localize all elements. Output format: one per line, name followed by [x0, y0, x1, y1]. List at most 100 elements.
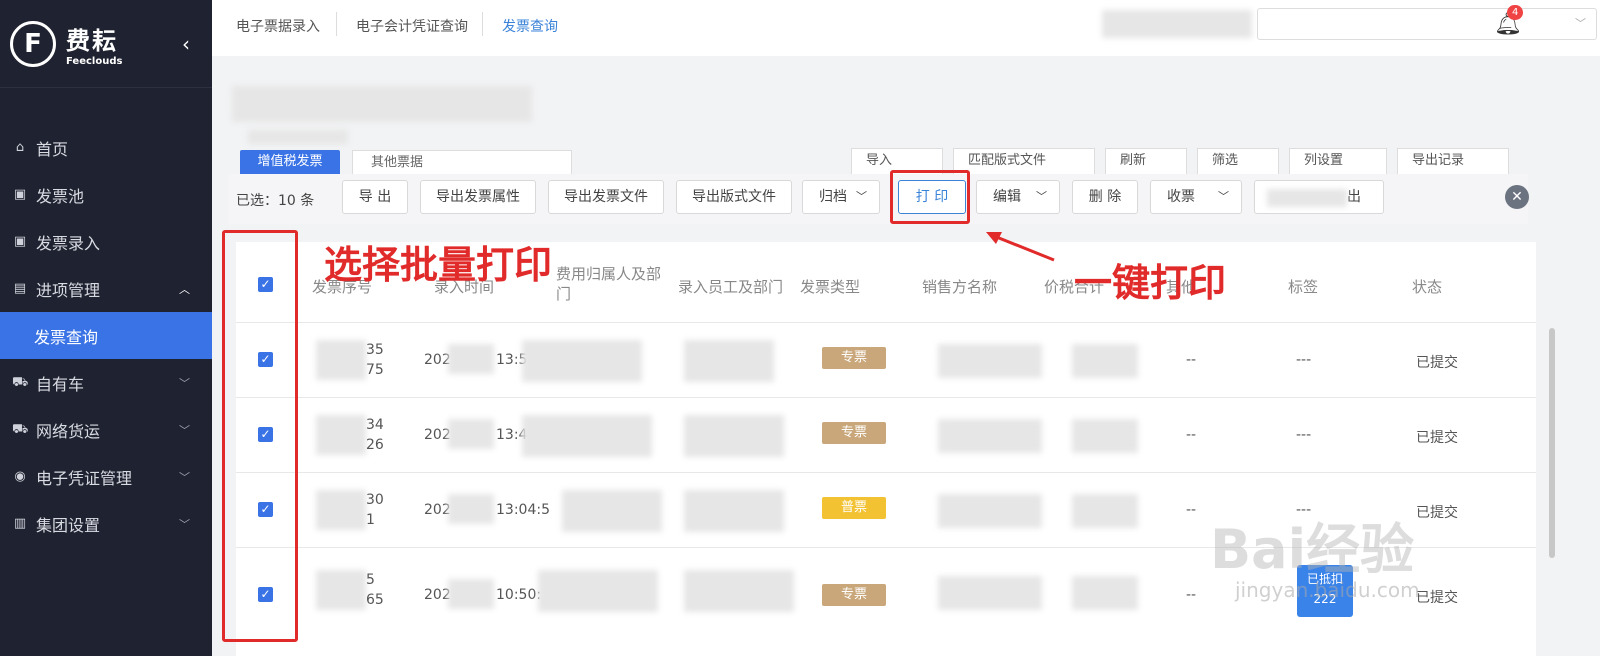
- sidebar-item-invoice-pool[interactable]: ▣ 发票池: [0, 171, 212, 218]
- export-records-button[interactable]: 导出记录: [1397, 148, 1509, 174]
- sidebar-item-label: 首页: [36, 139, 69, 159]
- tab-accounting-voucher-query[interactable]: 电子会计凭证查询: [356, 16, 468, 36]
- status-text: 已提交: [1416, 355, 1458, 371]
- home-icon: ⌂: [15, 139, 25, 155]
- logo-mark: F: [10, 20, 56, 67]
- sidebar-item-invoice-entry[interactable]: ▣ 发票录入: [0, 218, 212, 265]
- sidebar-item-home[interactable]: ⌂ 首页: [0, 124, 212, 171]
- tag-value: ---: [1296, 352, 1312, 368]
- invoice-seq-top: 30: [366, 492, 384, 508]
- sidebar-item-label: 网络货运: [36, 421, 101, 441]
- column-header: 发票类型: [800, 278, 861, 296]
- folder-open-icon: ▤: [13, 280, 27, 296]
- watermark-logo: Bai经验: [1210, 518, 1415, 581]
- arrow-icon: [986, 232, 1055, 262]
- redacted-cell: [538, 570, 658, 612]
- tab-divider: [336, 12, 337, 36]
- export-invoice-attributes-button[interactable]: 导出发票属性: [420, 180, 536, 214]
- sidebar-item-network-freight[interactable]: ⛟ 网络货运 ﹀: [0, 406, 212, 453]
- redacted-cell: [448, 344, 494, 374]
- invoice-type-tag: 普票: [822, 497, 886, 519]
- collapse-sidebar-icon[interactable]: ‹: [182, 32, 190, 56]
- print-highlight-box: [890, 170, 970, 224]
- sidebar-item-label: 自有车: [36, 374, 85, 394]
- edit-label: 编辑: [993, 189, 1021, 205]
- redacted-cell: [938, 419, 1042, 453]
- status-text: 已提交: [1416, 430, 1458, 446]
- sidebar-item-label: 电子凭证管理: [36, 468, 133, 488]
- redacted-cell: [1072, 419, 1138, 453]
- sidebar: F 费耘 Feeclouds ‹ ⌂ 首页 ▣ 发票池 ▣ 发票录入 ▤ 进项管…: [0, 0, 212, 656]
- tab-invoice-query[interactable]: 发票查询: [502, 16, 558, 36]
- sidebar-item-label: 发票池: [36, 186, 85, 206]
- receive-dropdown-button[interactable]: 收票 ﹀: [1150, 180, 1242, 214]
- receive-label: 收票: [1167, 189, 1195, 205]
- sidebar-item-e-voucher[interactable]: ◉ 电子凭证管理 ﹀: [0, 453, 212, 500]
- chevron-down-icon: ﹀: [856, 190, 867, 203]
- chevron-down-icon: ﹀: [179, 470, 190, 484]
- sidebar-item-invoice-query[interactable]: 发票查询: [0, 312, 212, 359]
- redacted-cell: [1072, 344, 1138, 378]
- entry-date: 202: [424, 427, 451, 443]
- checkbox-highlight-box: [222, 230, 298, 642]
- invoice-seq-top: 34: [366, 417, 384, 433]
- car-icon: ⛟: [12, 374, 29, 390]
- redacted-cell: [316, 490, 366, 530]
- archive-label: 归档: [819, 189, 847, 205]
- archive-dropdown-button[interactable]: 归档 ﹀: [802, 180, 880, 214]
- tab-vat-invoice[interactable]: 增值税发票: [240, 150, 340, 174]
- export-layout-files-button[interactable]: 导出版式文件: [676, 180, 792, 214]
- column-header: 标签: [1288, 278, 1319, 296]
- sidebar-item-group-settings[interactable]: ▥ 集团设置 ﹀: [0, 500, 212, 547]
- sidebar-item-label: 进项管理: [36, 280, 101, 300]
- tab-other-receipts[interactable]: 其他票据: [352, 150, 572, 174]
- sidebar-item-label: 集团设置: [36, 515, 101, 535]
- entry-time: 13:04:5: [496, 502, 550, 518]
- annotation-batch-print: 选择批量打印: [324, 243, 553, 287]
- sidebar-item-input-management[interactable]: ▤ 进项管理 ︿: [0, 265, 212, 312]
- redacted-cell: [316, 340, 366, 380]
- column-header: 费用归属人及部门: [556, 265, 662, 303]
- match-layout-file-button[interactable]: 匹配版式文件: [953, 148, 1095, 174]
- scrollbar[interactable]: [1549, 328, 1555, 558]
- annotation-one-click-print: 一键打印: [1074, 261, 1227, 305]
- tag-value: ---: [1296, 427, 1312, 443]
- chevron-down-icon: ﹀: [179, 517, 190, 531]
- export-other-button[interactable]: 出: [1254, 180, 1384, 214]
- chevron-down-icon: ﹀: [1218, 190, 1229, 203]
- column-header: 状态: [1412, 278, 1443, 296]
- refresh-button[interactable]: 刷新: [1105, 148, 1187, 174]
- column-header: 销售方名称: [922, 278, 998, 296]
- delete-button[interactable]: 删 除: [1072, 180, 1138, 214]
- redacted-company: [1102, 10, 1252, 38]
- truck-icon: ⛟: [12, 421, 29, 437]
- redacted-cell: [938, 494, 1042, 528]
- redacted-cell: [522, 415, 652, 457]
- other-value: --: [1186, 427, 1197, 443]
- export-invoice-files-button[interactable]: 导出发票文件: [548, 180, 664, 214]
- redacted-cell: [1072, 494, 1138, 528]
- redacted-button-text: [1267, 189, 1347, 207]
- export-button[interactable]: 导 出: [342, 180, 408, 214]
- folder-icon: ▣: [13, 233, 27, 249]
- redacted-cell: [316, 570, 366, 610]
- tab-e-receipt-entry[interactable]: 电子票据录入: [236, 16, 320, 36]
- invoice-type-tag: 专票: [822, 422, 886, 444]
- logo: F 费耘 Feeclouds: [0, 0, 212, 88]
- edit-dropdown-button[interactable]: 编辑 ﹀: [976, 180, 1060, 214]
- sidebar-item-own-vehicle[interactable]: ⛟ 自有车 ﹀: [0, 359, 212, 406]
- company-select[interactable]: ﹀: [1257, 8, 1597, 40]
- filter-button[interactable]: 筛选: [1197, 148, 1279, 174]
- close-icon[interactable]: ✕: [1505, 185, 1529, 209]
- export-other-label: 出: [1347, 189, 1361, 205]
- selected-count: 已选：10 条: [236, 193, 315, 209]
- status-text: 已提交: [1416, 590, 1458, 606]
- folder-icon: ▣: [13, 186, 27, 202]
- chevron-down-icon: ﹀: [1575, 17, 1586, 30]
- other-value: --: [1186, 502, 1197, 518]
- column-settings-button[interactable]: 列设置: [1289, 148, 1387, 174]
- redacted-cell: [938, 344, 1042, 378]
- redacted-cell: [448, 419, 494, 449]
- sidebar-item-label: 发票录入: [36, 233, 101, 253]
- chevron-up-icon: ︿: [179, 282, 190, 296]
